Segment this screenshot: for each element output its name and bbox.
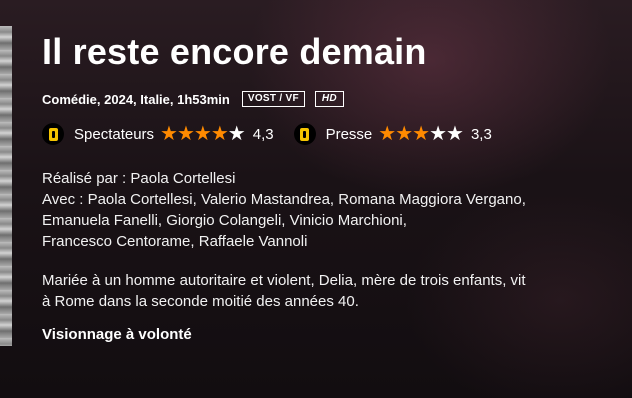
movie-details: Il reste encore demain Comédie, 2024, It… (42, 30, 622, 343)
rating-stars: ★ ★ ★ ★ ★ (378, 123, 464, 145)
star-icon: ★ (429, 123, 447, 145)
rating-score: 3,3 (470, 125, 492, 143)
rating-spectators: Spectateurs ★ ★ ★ ★ ★ 4,3 (42, 123, 274, 145)
rating-label: Presse (325, 125, 373, 143)
star-icon: ★ (227, 123, 246, 145)
rating-label: Spectateurs (74, 125, 155, 143)
star-icon: ★ (395, 123, 413, 145)
allocine-ticket-icon (42, 123, 64, 145)
rating-score: 4,3 (252, 125, 274, 143)
synopsis-line: Mariée à un homme autoritaire et violent… (42, 272, 526, 289)
star-icon: ★ (160, 123, 178, 145)
cast-line: Avec : Paola Cortellesi, Valerio Mastand… (42, 191, 526, 208)
poster-image (0, 26, 12, 346)
star-icon: ★ (446, 123, 464, 145)
star-icon: ★ (193, 123, 212, 145)
director-line: Réalisé par : Paola Cortellesi (42, 170, 236, 187)
synopsis: Mariée à un homme autoritaire et violent… (42, 270, 572, 312)
star-icon: ★ (176, 123, 195, 145)
allocine-ticket-icon (293, 123, 316, 145)
availability-label: Visionnage à volonté (42, 326, 192, 343)
credits: Réalisé par : Paola Cortellesi Avec : Pa… (42, 168, 622, 252)
movie-meta: Comédie, 2024, Italie, 1h53min VOST / VF… (42, 90, 622, 108)
star-icon: ★ (210, 123, 229, 145)
genre-year-country-duration: Comédie, 2024, Italie, 1h53min (42, 91, 230, 107)
synopsis-line: à Rome dans la seconde moitié des années… (42, 293, 359, 310)
rating-stars: ★ ★ ★ ★ ★ (160, 123, 246, 145)
movie-title: Il reste encore demain (42, 31, 427, 72)
star-icon: ★ (378, 123, 396, 145)
hd-badge: HD (314, 91, 344, 107)
rating-press: Presse ★ ★ ★ ★ ★ 3,3 (293, 123, 492, 145)
cast-line: Francesco Centorame, Raffaele Vannoli (42, 233, 308, 250)
language-badge: VOST / VF (241, 91, 305, 107)
star-icon: ★ (412, 123, 430, 145)
ratings-row: Spectateurs ★ ★ ★ ★ ★ 4,3 Presse ★ ★ ★ ★… (42, 122, 622, 146)
cast-line: Emanuela Fanelli, Giorgio Colangeli, Vin… (42, 212, 407, 229)
